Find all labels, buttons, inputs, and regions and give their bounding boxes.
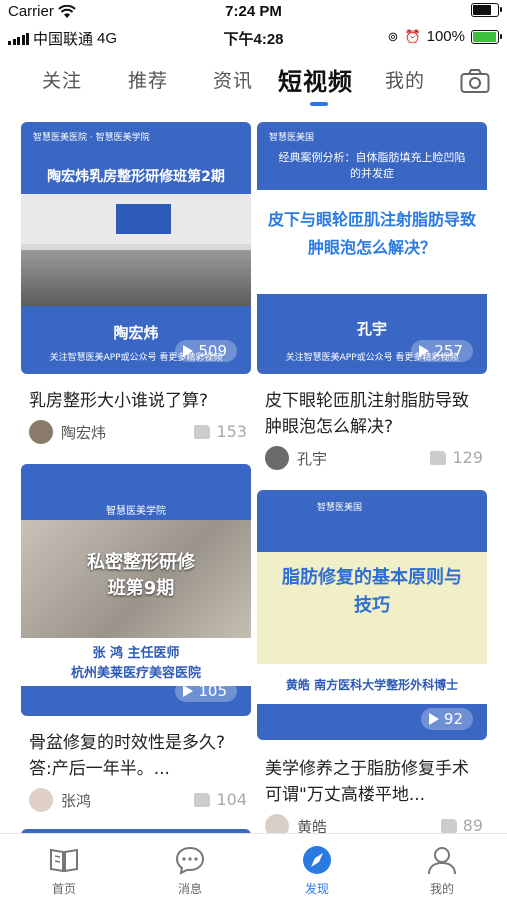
video-card[interactable]: 智慧医美国 脂肪修复的基本原则与技巧 黄皓 南方医科大学整形外科博士 92 美学… xyxy=(257,490,487,838)
thumb-doctor: 张 鸿 主任医师 xyxy=(92,646,180,661)
video-card[interactable]: 智慧医美医院 · 智慧医美学院 陶宏炜乳房整形研修班第2期 陶宏炜 关注智慧医美… xyxy=(21,122,251,452)
tab-indicator xyxy=(310,102,328,106)
thumb-name: 孔宇 xyxy=(356,320,387,338)
thumb-caption-band: 张 鸿 主任医师 杭州美莱医疗美容医院 xyxy=(21,638,251,686)
video-title[interactable]: 美学修养之于脂肪修复手术可谓"万丈高楼平地... xyxy=(265,756,483,808)
tabbar-label: 首页 xyxy=(51,882,76,896)
thumb-heading: 脂肪修复的基本原则与技巧 xyxy=(282,567,462,616)
view-count: 92 xyxy=(443,710,463,728)
bottom-tab-bar: 首页 消息 发现 我的 xyxy=(0,833,507,901)
video-card[interactable]: 智慧医美国 经典案例分析：自体脂肪填充上睑凹陷的并发症 皮下与眼轮匝肌注射脂肪导… xyxy=(257,122,487,478)
thumb-heading: 陶宏炜乳房整形研修班第2期 xyxy=(47,169,225,185)
view-count: 257 xyxy=(434,342,463,360)
like-count: 104 xyxy=(216,790,247,809)
thumb-hospital: 杭州美莱医疗美容医院 xyxy=(70,666,201,681)
play-icon xyxy=(183,345,194,357)
view-count-badge: 105 xyxy=(175,680,237,702)
video-title[interactable]: 乳房整形大小谁说了算? xyxy=(29,388,247,414)
likes[interactable]: 104 xyxy=(194,790,247,809)
video-card[interactable]: 智慧医美学院 私密整形研修班第9期 张 鸿 主任医师 杭州美莱医疗美容医院 10… xyxy=(21,464,251,814)
alarm-icon: ⏰ xyxy=(404,28,421,44)
tabbar-messages[interactable]: 消息 xyxy=(150,844,230,897)
view-count-badge: 509 xyxy=(175,340,237,362)
tab-mine[interactable]: 我的 xyxy=(385,66,425,93)
thumb-brand: 智慧医美学院 xyxy=(106,506,166,517)
lecture-photo xyxy=(21,194,251,306)
thumbs-up-icon xyxy=(440,818,457,833)
view-count-badge: 92 xyxy=(420,708,473,730)
video-meta: 张鸿 104 xyxy=(29,788,247,814)
video-title[interactable]: 皮下眼轮匝肌注射脂肪导致肿眼泡怎么解决? xyxy=(265,388,483,440)
video-title[interactable]: 骨盆修复的时效性是多久?答:产后一年半。... xyxy=(29,730,247,782)
tabbar-label: 我的 xyxy=(429,882,454,896)
thumb-banner: 皮下与眼轮匝肌注射脂肪导致肿眼泡怎么解决？ xyxy=(257,190,487,294)
thumb-brand: 智慧医美国 xyxy=(269,133,315,143)
top-tabs: 关注 推荐 资讯 短视频 我的 xyxy=(0,56,507,106)
tabbar-home[interactable]: 首页 xyxy=(24,844,104,897)
author-name[interactable]: 陶宏炜 xyxy=(61,422,106,443)
tab-news[interactable]: 资讯 xyxy=(213,66,253,93)
author-name[interactable]: 孔宇 xyxy=(297,448,327,469)
avatar[interactable] xyxy=(29,420,53,444)
thumb-brand: 智慧医美医院 · 智慧医美学院 xyxy=(33,133,150,143)
view-count: 105 xyxy=(198,682,227,700)
battery-icon xyxy=(471,3,502,17)
avatar[interactable] xyxy=(29,788,53,812)
tabbar-discover[interactable]: 发现 xyxy=(277,844,357,897)
tab-recommend[interactable]: 推荐 xyxy=(128,66,168,93)
play-icon xyxy=(428,713,439,725)
thumb-caption-band: 黄皓 南方医科大学整形外科博士 xyxy=(257,664,487,704)
thumb-heading: 私密整形研修班第9期 xyxy=(87,552,195,599)
thumb-big-text: 皮下与眼轮匝肌注射脂肪导致肿眼泡怎么解决？ xyxy=(267,210,476,257)
battery-percent: 100% xyxy=(426,28,465,45)
tab-short-video[interactable]: 短视频 xyxy=(278,62,353,97)
status-time: 7:24 PM xyxy=(225,3,282,20)
tab-follow[interactable]: 关注 xyxy=(42,66,82,93)
camera-icon[interactable] xyxy=(460,68,490,94)
thumbs-up-icon xyxy=(194,792,211,807)
video-thumbnail[interactable]: 智慧医美医院 · 智慧医美学院 陶宏炜乳房整形研修班第2期 陶宏炜 关注智慧医美… xyxy=(21,122,251,374)
author-name[interactable]: 张鸿 xyxy=(61,790,91,811)
chat-bubble-icon xyxy=(175,846,205,875)
rotation-lock-icon: ⊚ xyxy=(387,28,399,44)
video-thumbnail[interactable]: 智慧医美国 经典案例分析：自体脂肪填充上睑凹陷的并发症 皮下与眼轮匝肌注射脂肪导… xyxy=(257,122,487,374)
status-bar: Carrier 7:24 PM 中国联通 4G 下午4:28 ⊚ ⏰ 100% xyxy=(0,0,507,56)
like-count: 153 xyxy=(216,422,247,441)
compass-icon xyxy=(303,846,331,874)
tabbar-mine[interactable]: 我的 xyxy=(402,844,482,897)
likes[interactable]: 153 xyxy=(194,422,247,441)
thumbs-up-icon xyxy=(194,424,211,439)
like-count: 129 xyxy=(452,448,483,467)
thumb-brand: 智慧医美国 xyxy=(317,503,363,513)
thumb-doctor: 黄皓 南方医科大学整形外科博士 xyxy=(285,678,459,692)
play-icon xyxy=(183,685,194,697)
thumb-heading: 经典案例分析：自体脂肪填充上睑凹陷的并发症 xyxy=(278,151,466,180)
tabbar-label: 消息 xyxy=(177,882,202,896)
video-thumbnail[interactable]: 智慧医美国 脂肪修复的基本原则与技巧 黄皓 南方医科大学整形外科博士 92 xyxy=(257,490,487,740)
tabbar-label: 发现 xyxy=(304,882,329,896)
video-meta: 陶宏炜 153 xyxy=(29,420,247,446)
book-icon xyxy=(50,848,78,873)
play-icon xyxy=(419,345,430,357)
thumb-banner: 脂肪修复的基本原则与技巧 xyxy=(257,552,487,664)
video-meta: 孔宇 129 xyxy=(265,446,483,472)
view-count: 509 xyxy=(198,342,227,360)
likes[interactable]: 129 xyxy=(430,448,483,467)
thumbs-up-icon xyxy=(430,450,447,465)
battery-charging-icon xyxy=(471,29,502,44)
view-count-badge: 257 xyxy=(411,340,473,362)
person-icon xyxy=(428,847,456,875)
video-thumbnail[interactable]: 智慧医美学院 私密整形研修班第9期 张 鸿 主任医师 杭州美莱医疗美容医院 10… xyxy=(21,464,251,716)
avatar[interactable] xyxy=(265,446,289,470)
